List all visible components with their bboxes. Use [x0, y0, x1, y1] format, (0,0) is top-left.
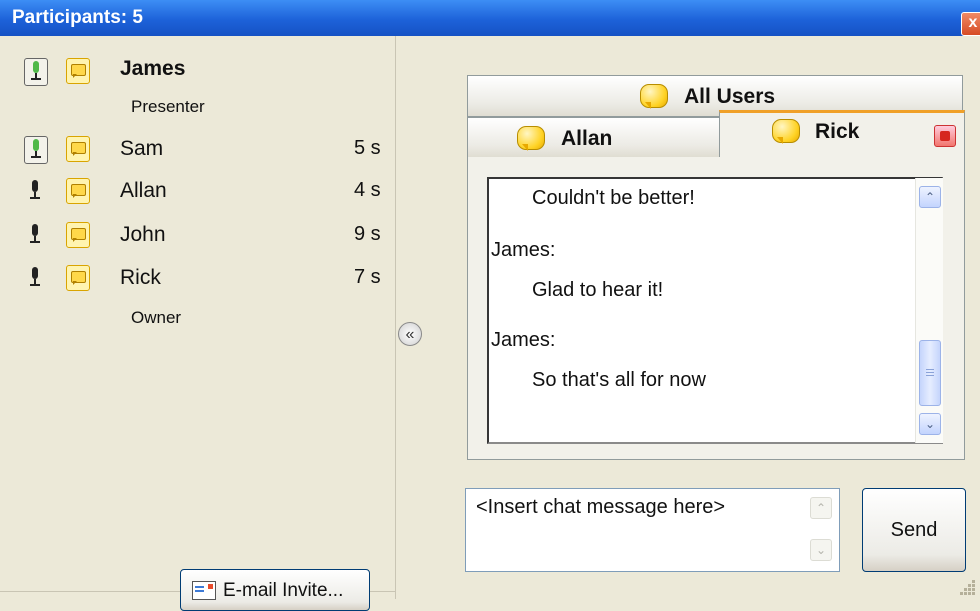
send-button[interactable]: Send	[862, 488, 966, 572]
resize-grip[interactable]	[958, 578, 976, 596]
microphone-active-icon[interactable]	[24, 136, 48, 164]
scroll-down-button[interactable]: ⌄	[919, 413, 941, 435]
chat-message-author: James:	[491, 239, 556, 261]
participant-role: Presenter	[131, 97, 205, 116]
tab-allan[interactable]: Allan	[467, 117, 721, 158]
chat-bubble-icon	[772, 119, 800, 144]
email-invite-icon	[192, 581, 216, 600]
participant-role: Owner	[131, 308, 182, 327]
chat-message-text: Couldn't be better!	[532, 187, 695, 209]
chat-icon[interactable]	[66, 222, 90, 248]
message-scrollbar[interactable]: ⌃ ⌄	[806, 491, 836, 569]
participant-time: 7 s	[354, 266, 381, 288]
chat-icon[interactable]	[66, 58, 90, 84]
chat-message-text: So that's all for now	[532, 369, 706, 391]
participant-name: Sam	[120, 137, 164, 160]
tab-label: Allan	[561, 127, 613, 150]
participant-time: 5 s	[354, 137, 381, 159]
scroll-down-button[interactable]: ⌄	[810, 539, 832, 561]
participant-name: Rick	[120, 266, 161, 289]
chat-message-author: James:	[491, 329, 556, 351]
participant-row[interactable]: Sam 5 s	[0, 128, 395, 168]
chat-icon[interactable]	[66, 136, 90, 162]
participant-row[interactable]: Rick 7 s	[0, 257, 395, 297]
chat-icon[interactable]	[66, 265, 90, 291]
microphone-active-icon[interactable]	[24, 58, 48, 86]
chat-message-text: Glad to hear it!	[532, 279, 664, 301]
scroll-up-button[interactable]: ⌃	[810, 497, 832, 519]
chat-history[interactable]: Couldn't be better! James: Glad to hear …	[487, 177, 943, 444]
tab-rick[interactable]: Rick	[719, 110, 965, 158]
participant-name: John	[120, 223, 166, 246]
close-tab-button[interactable]	[934, 125, 956, 147]
collapse-panel-button[interactable]: «	[398, 322, 422, 346]
participant-row[interactable]: John 9 s	[0, 214, 395, 254]
participant-row[interactable]: Allan 4 s	[0, 170, 395, 210]
participant-name: James	[120, 57, 186, 80]
chat-scrollbar[interactable]: ⌃ ⌄	[915, 178, 943, 443]
scroll-up-button[interactable]: ⌃	[919, 186, 941, 208]
participants-panel: James Presenter Sam 5 s Allan 4 s John 9…	[0, 36, 396, 599]
email-invite-button[interactable]: E-mail Invite...	[180, 569, 370, 611]
participant-time: 9 s	[354, 223, 381, 245]
scroll-thumb[interactable]	[919, 340, 941, 406]
chat-message-box: ⌃ ⌄	[465, 488, 840, 572]
microphone-icon[interactable]	[24, 222, 46, 248]
microphone-icon[interactable]	[24, 265, 46, 291]
chat-message-input[interactable]	[474, 494, 798, 570]
microphone-icon[interactable]	[24, 178, 46, 204]
chat-bubble-icon	[640, 84, 668, 109]
participant-row[interactable]: James	[0, 50, 395, 90]
window-title: Participants: 5	[12, 7, 143, 28]
title-bar: Participants: 5 x	[0, 0, 980, 36]
chat-bubble-icon	[517, 126, 545, 151]
participant-name: Allan	[120, 179, 167, 202]
tab-label: All Users	[684, 85, 776, 108]
participant-time: 4 s	[354, 179, 381, 201]
tab-label: Rick	[815, 120, 860, 143]
close-window-button[interactable]: x	[961, 12, 980, 36]
chat-icon[interactable]	[66, 178, 90, 204]
